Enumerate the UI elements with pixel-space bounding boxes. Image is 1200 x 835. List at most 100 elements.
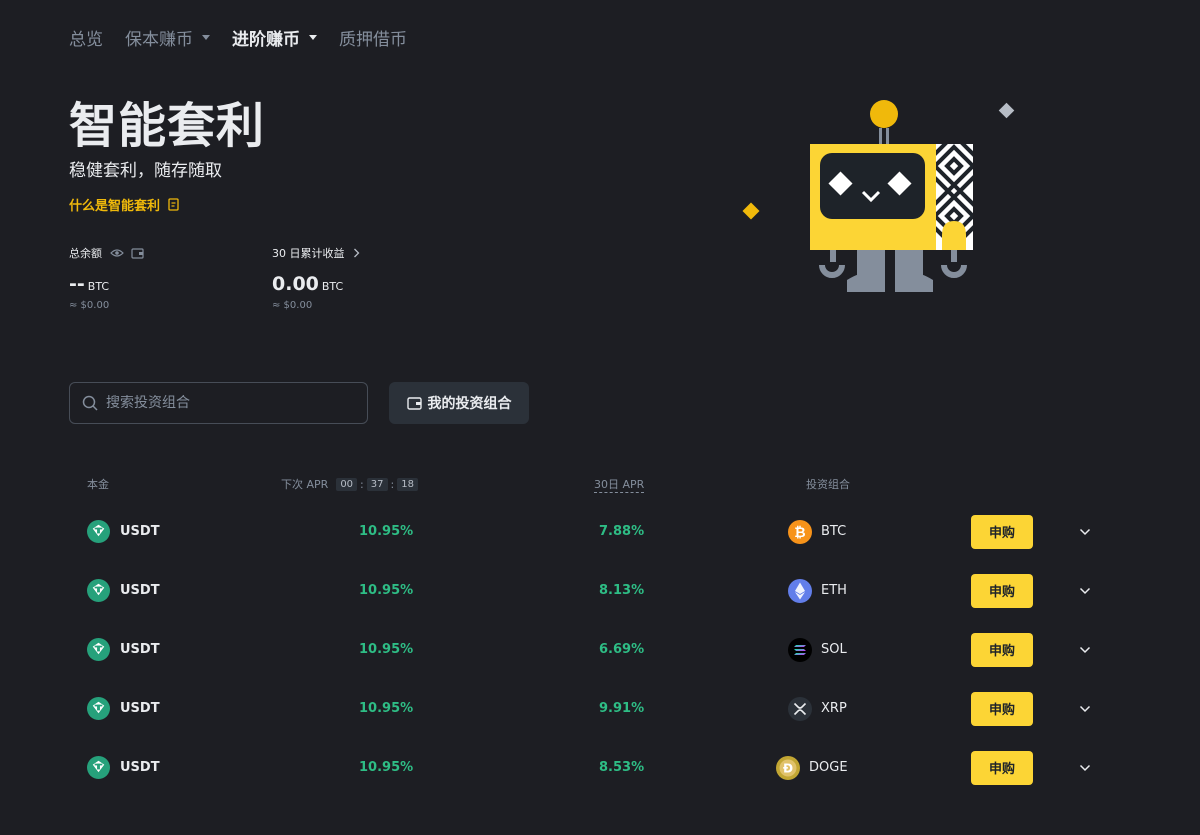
chevron-right-icon xyxy=(353,248,359,258)
apr-30d-cell: 9.91% xyxy=(599,691,644,726)
search-input[interactable] xyxy=(106,395,346,411)
eye-icon[interactable] xyxy=(110,248,124,258)
countdown-timer: 00: 37: 18 xyxy=(336,477,418,491)
next-apr-value: 10.95% xyxy=(359,583,414,598)
next-apr-value: 10.95% xyxy=(359,760,414,775)
expand-cell xyxy=(1079,632,1091,667)
chevron-down-icon[interactable] xyxy=(1079,705,1091,713)
nav-loans[interactable]: 质押借币 xyxy=(339,25,407,50)
coin-name: USDT xyxy=(120,701,160,716)
usdt-icon xyxy=(87,520,110,543)
earnings-value: 0.00 xyxy=(272,273,319,295)
usdt-icon xyxy=(87,638,110,661)
next-apr-cell: 10.95% xyxy=(359,514,413,549)
next-apr-cell: 10.95% xyxy=(359,632,413,667)
subscribe-button[interactable]: 申购 xyxy=(971,514,1033,549)
caret-down-icon xyxy=(309,34,317,40)
search-icon xyxy=(82,395,98,411)
table-row: USDT 10.95% 9.91% XRP 申购 xyxy=(0,691,1200,750)
next-apr-value: 10.95% xyxy=(359,642,414,657)
next-apr-cell: 10.95% xyxy=(359,691,413,726)
timer-minutes: 37 xyxy=(366,477,388,491)
asset-name: DOGE xyxy=(809,760,848,775)
svg-text:₿: ₿ xyxy=(794,525,805,541)
next-apr-cell: 10.95% xyxy=(359,750,413,785)
total-balance-unit: BTC xyxy=(87,280,110,293)
nav-overview[interactable]: 总览 xyxy=(69,25,103,50)
nav-principal-protected-label: 保本赚币 xyxy=(125,29,193,50)
expand-cell xyxy=(1079,691,1091,726)
nav-loans-label: 质押借币 xyxy=(339,29,407,50)
expand-cell xyxy=(1079,514,1091,549)
portfolio-cell: Ð DOGE xyxy=(776,750,848,785)
page-subtitle: 稳健套利，随存随取 xyxy=(69,161,222,181)
subscribe-button[interactable]: 申购 xyxy=(971,691,1033,726)
table-header: 本金 下次 APR 00: 37: 18 30日 APR 投资组合 xyxy=(0,475,1200,493)
total-balance-value: -- xyxy=(69,273,85,295)
chevron-down-icon[interactable] xyxy=(1079,587,1091,595)
top-nav: 总览 保本赚币 进阶赚币 质押借币 xyxy=(69,24,429,50)
earnings-unit: BTC xyxy=(321,280,344,293)
chevron-down-icon[interactable] xyxy=(1079,764,1091,772)
principal-cell: USDT xyxy=(87,632,160,667)
chevron-down-icon[interactable] xyxy=(1079,528,1091,536)
apr-30d-value: 7.88% xyxy=(599,524,645,539)
table-row: USDT 10.95% 8.13% ETH 申购 xyxy=(0,573,1200,632)
wallet-icon[interactable] xyxy=(131,247,144,259)
expand-cell xyxy=(1079,573,1091,608)
header-apr-30d[interactable]: 30日 APR xyxy=(594,475,645,493)
xrp-icon xyxy=(788,696,812,721)
header-next-apr-label: 下次 APR xyxy=(281,478,329,491)
what-is-link[interactable]: 什么是智能套利 xyxy=(69,195,179,214)
sol-icon xyxy=(788,637,812,662)
wallet-icon xyxy=(406,396,422,410)
apr-30d-cell: 7.88% xyxy=(599,514,644,549)
next-apr-cell: 10.95% xyxy=(359,573,413,608)
apr-30d-cell: 8.13% xyxy=(599,573,644,608)
earnings-label-row: 30 日累计收益 xyxy=(272,245,360,261)
table-row: USDT 10.95% 8.53% Ð DOGE 申购 xyxy=(0,750,1200,809)
principal-cell: USDT xyxy=(87,691,160,726)
subscribe-button[interactable]: 申购 xyxy=(971,750,1033,785)
earnings-usd: ≈ $0.00 xyxy=(272,300,313,311)
btc-icon: ₿ xyxy=(788,519,812,544)
nav-advanced-earn[interactable]: 进阶赚币 xyxy=(232,25,317,50)
next-apr-value: 10.95% xyxy=(359,701,414,716)
my-portfolio-label: 我的投资组合 xyxy=(427,396,512,412)
my-portfolio-button[interactable]: 我的投资组合 xyxy=(389,382,529,424)
subscribe-button[interactable]: 申购 xyxy=(971,573,1033,608)
buy-cell: 申购 xyxy=(971,632,1033,667)
chevron-down-icon[interactable] xyxy=(1079,646,1091,654)
svg-text:Ð: Ð xyxy=(783,761,793,775)
nav-principal-protected[interactable]: 保本赚币 xyxy=(125,25,210,50)
earnings-label: 30 日累计收益 xyxy=(272,247,345,260)
coin-name: USDT xyxy=(120,642,160,657)
coin-name: USDT xyxy=(120,524,160,539)
buy-cell: 申购 xyxy=(971,750,1033,785)
buy-cell: 申购 xyxy=(971,573,1033,608)
page-title: 智能套利 xyxy=(69,98,266,154)
portfolio-cell: SOL xyxy=(788,632,847,667)
buy-cell: 申购 xyxy=(971,514,1033,549)
apr-30d-cell: 6.69% xyxy=(599,632,644,667)
search-box[interactable] xyxy=(69,382,368,424)
header-next-apr: 下次 APR 00: 37: 18 xyxy=(281,475,418,493)
next-apr-value: 10.95% xyxy=(359,524,414,539)
table-row: USDT 10.95% 7.88% ₿ BTC 申购 xyxy=(0,514,1200,573)
asset-name: SOL xyxy=(821,642,847,657)
asset-name: BTC xyxy=(821,524,847,539)
portfolio-cell: ₿ BTC xyxy=(788,514,846,549)
apr-30d-value: 6.69% xyxy=(599,642,645,657)
usdt-icon xyxy=(87,579,110,602)
subscribe-button[interactable]: 申购 xyxy=(971,632,1033,667)
portfolio-cell: ETH xyxy=(788,573,847,608)
doge-icon: Ð xyxy=(776,755,800,780)
expand-cell xyxy=(1079,750,1091,785)
eth-icon xyxy=(788,578,812,603)
earnings-30d[interactable]: 30 日累计收益 0.00 BTC ≈ $0.00 xyxy=(272,245,360,311)
total-balance-label: 总余额 xyxy=(69,247,102,260)
table-row: USDT 10.95% 6.69% SOL 申购 xyxy=(0,632,1200,691)
robot-illustration xyxy=(742,100,1015,292)
principal-cell: USDT xyxy=(87,750,160,785)
apr-30d-value: 8.13% xyxy=(599,583,645,598)
